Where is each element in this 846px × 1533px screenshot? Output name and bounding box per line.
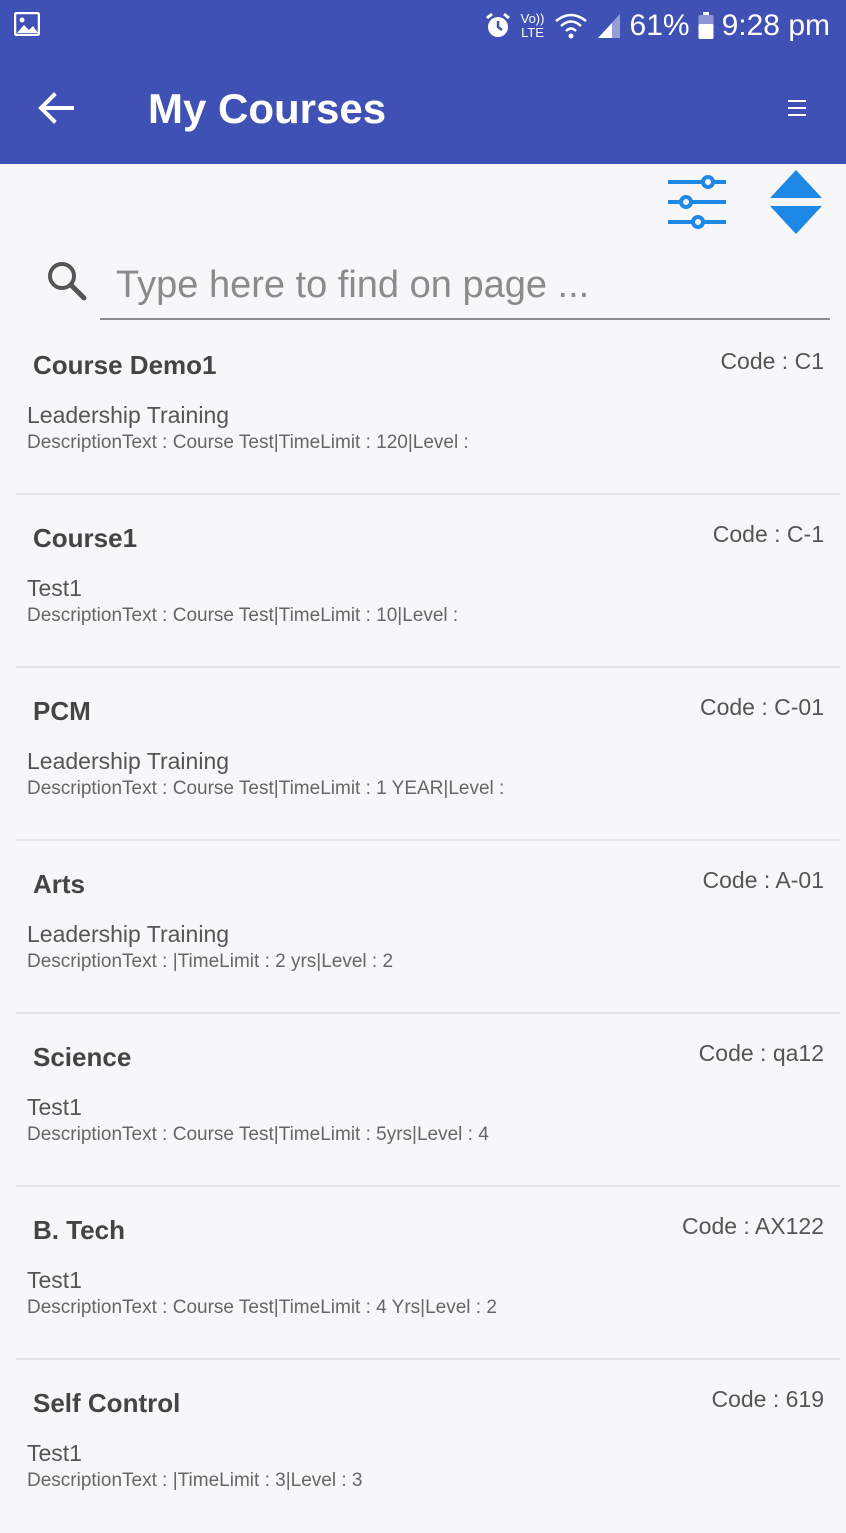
course-card[interactable]: Self Control Code : 619 Test1 Descriptio… — [16, 1360, 840, 1533]
course-description: DescriptionText : |TimeLimit : 2 yrs|Lev… — [27, 951, 394, 972]
filter-icon[interactable] — [664, 172, 730, 232]
gallery-icon — [14, 12, 40, 36]
battery-percent: 61% — [629, 9, 690, 42]
course-subtitle: Test1 — [27, 1440, 82, 1466]
course-subtitle: Leadership Training — [27, 748, 230, 774]
clock: 9:28 pm — [721, 9, 830, 42]
course-code: Code : C-1 — [712, 521, 824, 547]
network-label: Vo)) LTE — [520, 11, 545, 40]
course-card[interactable]: PCM Code : C-01 Leadership Training Desc… — [16, 668, 840, 841]
course-name: B. Tech — [33, 1215, 125, 1245]
course-name: Course Demo1 — [33, 350, 217, 380]
wifi-icon — [554, 13, 587, 39]
course-name: Course1 — [33, 523, 138, 553]
page-title: My Courses — [148, 85, 387, 132]
course-code: Code : C1 — [720, 348, 824, 374]
course-code: Code : C-01 — [699, 694, 824, 720]
course-description: DescriptionText : Course Test|TimeLimit … — [27, 605, 459, 626]
course-code: Code : A-01 — [702, 867, 824, 893]
sort-icon[interactable] — [766, 168, 826, 236]
back-arrow-icon[interactable] — [34, 86, 78, 130]
battery-icon — [698, 12, 714, 39]
course-subtitle: Test1 — [27, 1094, 82, 1120]
course-card[interactable]: Course Demo1 Code : C1 Leadership Traini… — [16, 322, 840, 495]
search-icon — [48, 262, 87, 301]
course-name: Arts — [33, 869, 86, 899]
course-card[interactable]: B. Tech Code : AX122 Test1 DescriptionTe… — [16, 1187, 840, 1360]
course-code: Code : 619 — [711, 1386, 824, 1412]
course-description: DescriptionText : Course Test|TimeLimit … — [27, 1124, 489, 1145]
course-description: DescriptionText : |TimeLimit : 3|Level :… — [27, 1470, 363, 1491]
course-code: Code : AX122 — [682, 1213, 824, 1239]
course-code: Code : qa12 — [698, 1040, 824, 1066]
status-bar: Vo)) LTE 61% 9:28 pm — [0, 0, 846, 52]
course-subtitle: Leadership Training — [27, 402, 230, 428]
course-card[interactable]: Course1 Code : C-1 Test1 DescriptionText… — [16, 495, 840, 668]
course-card[interactable]: Arts Code : A-01 Leadership Training Des… — [16, 841, 840, 1014]
search-input[interactable] — [100, 252, 830, 320]
course-description: DescriptionText : Course Test|TimeLimit … — [27, 432, 469, 453]
course-name: Science — [33, 1042, 132, 1072]
course-list: Course Demo1 Code : C1 Leadership Traini… — [16, 322, 840, 1533]
app-bar: Vo)) LTE 61% 9:28 pm My Courses — [0, 0, 846, 164]
course-subtitle: Test1 — [27, 575, 82, 601]
menu-icon[interactable] — [784, 96, 810, 120]
course-description: DescriptionText : Course Test|TimeLimit … — [27, 778, 505, 799]
course-name: Self Control — [33, 1388, 181, 1418]
course-subtitle: Leadership Training — [27, 921, 230, 947]
course-name: PCM — [33, 696, 91, 726]
course-card[interactable]: Science Code : qa12 Test1 DescriptionTex… — [16, 1014, 840, 1187]
course-description: DescriptionText : Course Test|TimeLimit … — [27, 1297, 497, 1318]
alarm-icon — [485, 12, 510, 37]
signal-icon — [597, 14, 620, 38]
course-subtitle: Test1 — [27, 1267, 82, 1293]
